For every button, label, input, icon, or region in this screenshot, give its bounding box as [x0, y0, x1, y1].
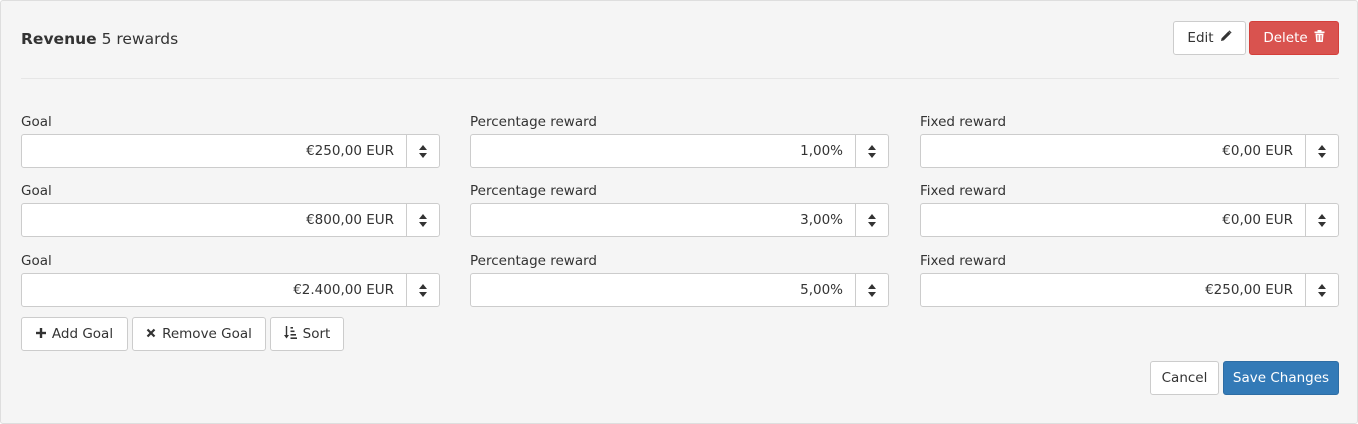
goal-spinner[interactable] — [406, 274, 439, 306]
percentage-value: 3,00% — [800, 212, 843, 228]
chevron-up-icon[interactable] — [868, 144, 876, 150]
fixed-input[interactable]: €0,00 EUR — [920, 134, 1339, 168]
trash-icon — [1314, 30, 1325, 46]
chevron-down-icon[interactable] — [868, 152, 876, 158]
delete-button-label: Delete — [1263, 30, 1308, 46]
goal-input[interactable]: €800,00 EUR — [21, 203, 440, 237]
chevron-down-icon[interactable] — [419, 152, 427, 158]
chevron-up-icon[interactable] — [419, 144, 427, 150]
times-icon — [146, 326, 156, 342]
fixed-field: Fixed reward €0,00 EUR — [920, 183, 1339, 237]
edit-button-label: Edit — [1187, 30, 1214, 46]
goal-input[interactable]: €250,00 EUR — [21, 134, 440, 168]
fixed-value: €0,00 EUR — [1222, 143, 1293, 159]
header-divider — [21, 78, 1339, 79]
chevron-up-icon[interactable] — [419, 283, 427, 289]
goal-value: €2.400,00 EUR — [293, 282, 394, 298]
goal-row: Goal €250,00 EUR Percentage reward 1,00%… — [21, 114, 1339, 168]
chevron-down-icon[interactable] — [1318, 291, 1326, 297]
fixed-label: Fixed reward — [920, 183, 1007, 199]
title-strong: Revenue — [21, 30, 97, 48]
chevron-up-icon[interactable] — [1318, 144, 1326, 150]
panel-header: Revenue 5 rewards Edit Delete — [21, 21, 1339, 55]
save-changes-label: Save Changes — [1232, 370, 1330, 386]
goal-field: Goal €2.400,00 EUR — [21, 253, 440, 307]
chevron-down-icon[interactable] — [419, 291, 427, 297]
goal-spinner[interactable] — [406, 204, 439, 236]
percentage-spinner[interactable] — [855, 274, 888, 306]
percentage-field: Percentage reward 1,00% — [470, 114, 889, 168]
goal-field: Goal €800,00 EUR — [21, 183, 440, 237]
goal-value: €250,00 EUR — [306, 143, 394, 159]
goal-row: Goal €2.400,00 EUR Percentage reward 5,0… — [21, 253, 1339, 307]
chevron-up-icon[interactable] — [419, 213, 427, 219]
add-goal-button[interactable]: Add Goal — [21, 317, 128, 351]
fixed-input[interactable]: €250,00 EUR — [920, 273, 1339, 307]
cancel-button[interactable]: Cancel — [1150, 361, 1219, 395]
percentage-value: 1,00% — [800, 143, 843, 159]
plus-icon — [35, 326, 46, 342]
goal-spinner[interactable] — [406, 135, 439, 167]
chevron-down-icon[interactable] — [868, 221, 876, 227]
percentage-input[interactable]: 3,00% — [470, 203, 889, 237]
goal-label: Goal — [21, 183, 52, 199]
fixed-field: Fixed reward €250,00 EUR — [920, 253, 1339, 307]
panel-title: Revenue 5 rewards — [21, 30, 178, 48]
chevron-up-icon[interactable] — [868, 283, 876, 289]
percentage-label: Percentage reward — [470, 253, 597, 269]
chevron-up-icon[interactable] — [868, 213, 876, 219]
edit-button[interactable]: Edit — [1173, 21, 1246, 55]
percentage-field: Percentage reward 5,00% — [470, 253, 889, 307]
goal-field: Goal €250,00 EUR — [21, 114, 440, 168]
fixed-value: €250,00 EUR — [1205, 282, 1293, 298]
chevron-down-icon[interactable] — [1318, 152, 1326, 158]
goal-label: Goal — [21, 253, 52, 269]
percentage-input[interactable]: 1,00% — [470, 134, 889, 168]
goal-label: Goal — [21, 114, 52, 130]
goal-row: Goal €800,00 EUR Percentage reward 3,00%… — [21, 183, 1339, 237]
chevron-down-icon[interactable] — [1318, 221, 1326, 227]
sort-button[interactable]: Sort — [270, 317, 344, 351]
remove-goal-label: Remove Goal — [162, 326, 252, 342]
goal-value: €800,00 EUR — [306, 212, 394, 228]
fixed-spinner[interactable] — [1305, 135, 1338, 167]
chevron-up-icon[interactable] — [1318, 213, 1326, 219]
delete-button[interactable]: Delete — [1249, 21, 1339, 55]
save-changes-button[interactable]: Save Changes — [1223, 361, 1339, 395]
percentage-label: Percentage reward — [470, 183, 597, 199]
percentage-label: Percentage reward — [470, 114, 597, 130]
percentage-field: Percentage reward 3,00% — [470, 183, 889, 237]
percentage-spinner[interactable] — [855, 204, 888, 236]
add-goal-label: Add Goal — [51, 326, 114, 342]
fixed-field: Fixed reward €0,00 EUR — [920, 114, 1339, 168]
sort-amount-icon — [283, 325, 297, 343]
percentage-input[interactable]: 5,00% — [470, 273, 889, 307]
goal-input[interactable]: €2.400,00 EUR — [21, 273, 440, 307]
sort-label: Sort — [302, 326, 331, 342]
fixed-label: Fixed reward — [920, 114, 1007, 130]
chevron-up-icon[interactable] — [1318, 283, 1326, 289]
reward-panel: Revenue 5 rewards Edit Delete Goal €250,… — [0, 0, 1358, 424]
fixed-spinner[interactable] — [1305, 274, 1338, 306]
remove-goal-button[interactable]: Remove Goal — [132, 317, 266, 351]
cancel-label: Cancel — [1161, 370, 1208, 386]
fixed-value: €0,00 EUR — [1222, 212, 1293, 228]
chevron-down-icon[interactable] — [419, 221, 427, 227]
pencil-icon — [1220, 30, 1232, 46]
title-rest: 5 rewards — [101, 30, 179, 48]
fixed-spinner[interactable] — [1305, 204, 1338, 236]
percentage-value: 5,00% — [800, 282, 843, 298]
fixed-label: Fixed reward — [920, 253, 1007, 269]
percentage-spinner[interactable] — [855, 135, 888, 167]
chevron-down-icon[interactable] — [868, 291, 876, 297]
fixed-input[interactable]: €0,00 EUR — [920, 203, 1339, 237]
